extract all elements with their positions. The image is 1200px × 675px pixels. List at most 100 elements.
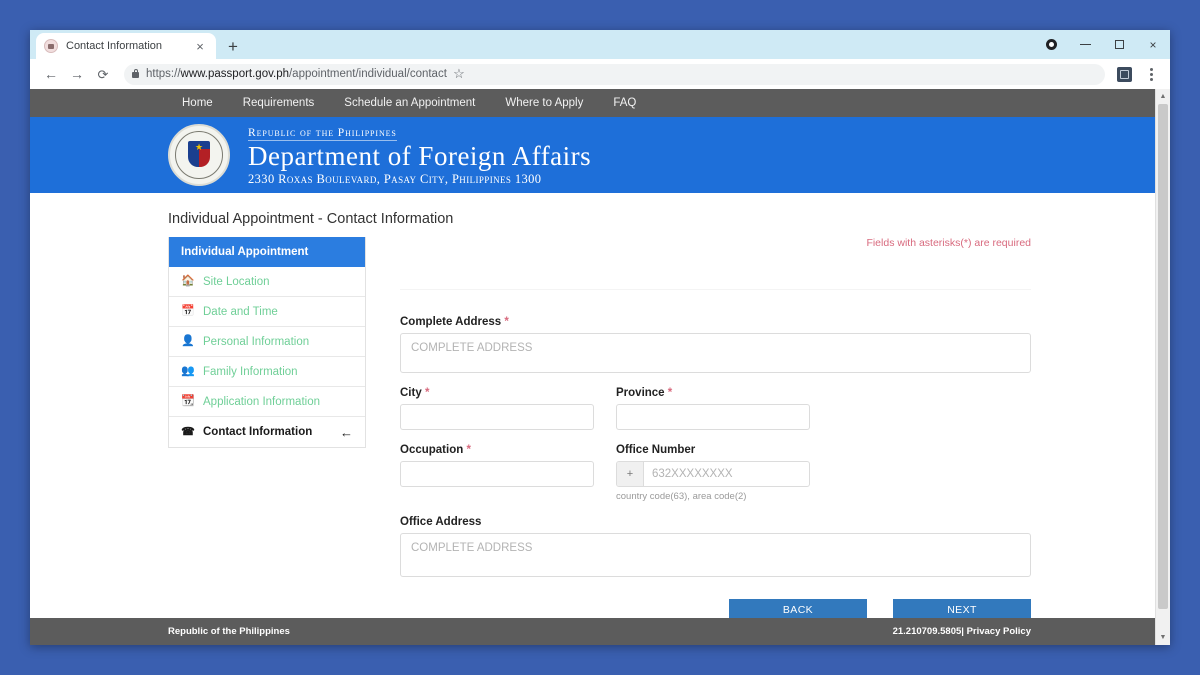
required-asterisk: *: [424, 387, 430, 399]
steps-header: Individual Appointment: [169, 237, 365, 267]
label-city: City *: [400, 387, 594, 399]
browser-tab[interactable]: Contact Information ×: [36, 33, 216, 59]
field-complete-address: Complete Address * COMPLETE ADDRESS: [400, 316, 1031, 373]
page-scrollbar[interactable]: ▲ ▼: [1155, 89, 1170, 645]
sidebar-item-site-location[interactable]: 🏠 Site Location: [169, 267, 365, 297]
sidebar-item-personal-information[interactable]: 👤 Personal Information: [169, 327, 365, 357]
banner-text: Republic of the Philippines Department o…: [248, 123, 591, 188]
home-icon: 🏠: [181, 275, 195, 287]
required-fields-note: Fields with asterisks(*) are required: [866, 237, 1031, 249]
back-icon[interactable]: ←: [38, 61, 64, 87]
content-columns: Individual Appointment 🏠 Site Location 📅…: [30, 237, 1155, 618]
nav-item-home[interactable]: Home: [182, 97, 213, 109]
url-text: https://www.passport.gov.ph/appointment/…: [146, 68, 447, 80]
sidebar-item-label: Date and Time: [203, 305, 278, 318]
sidebar-item-label: Site Location: [203, 275, 270, 288]
appointment-steps-sidebar: Individual Appointment 🏠 Site Location 📅…: [168, 237, 366, 448]
page-viewport: Home Requirements Schedule an Appointmen…: [30, 89, 1170, 645]
label-text: Office Address: [400, 516, 482, 528]
banner-line-department: Department of Foreign Affairs: [248, 140, 592, 171]
phone-icon: ☎: [181, 425, 195, 438]
banner-line-address: 2330 Roxas Boulevard, Pasay City, Philip…: [248, 172, 542, 187]
contact-information-form: Fields with asterisks(*) are required Co…: [366, 237, 1155, 618]
field-city: City *: [400, 387, 594, 430]
address-bar[interactable]: https://www.passport.gov.ph/appointment/…: [124, 62, 1105, 86]
row-occupation-office-number: Occupation * Office Number + 632XXXXXXXX…: [400, 444, 1031, 516]
label-text: Province: [616, 387, 665, 399]
occupation-input[interactable]: [400, 461, 594, 487]
nav-item-where-to-apply[interactable]: Where to Apply: [505, 97, 583, 109]
tab-title: Contact Information: [66, 40, 162, 52]
label-complete-address: Complete Address *: [400, 316, 1031, 328]
required-asterisk: *: [466, 444, 471, 456]
label-office-address: Office Address: [400, 516, 1031, 528]
lock-icon: [132, 68, 139, 78]
privacy-policy-link[interactable]: Privacy Policy: [967, 626, 1031, 637]
label-office-number: Office Number: [616, 444, 810, 456]
close-window-button[interactable]: ×: [1136, 30, 1170, 59]
label-province: Province *: [616, 387, 810, 399]
footer-version-privacy: 21.210709.5805| Privacy Policy: [893, 626, 1031, 637]
new-tab-button[interactable]: +: [220, 33, 246, 59]
users-icon: 👥: [181, 365, 195, 377]
nav-item-requirements[interactable]: Requirements: [243, 97, 315, 109]
back-button[interactable]: BACK: [729, 599, 867, 618]
complete-address-input[interactable]: COMPLETE ADDRESS: [400, 333, 1031, 373]
user-icon: 👤: [181, 335, 195, 347]
scrollbar-thumb[interactable]: [1158, 104, 1168, 609]
office-number-input[interactable]: 632XXXXXXXX: [644, 462, 809, 486]
form-actions: BACK NEXT: [400, 599, 1031, 618]
url-scheme: https://: [146, 68, 181, 80]
form-divider: [400, 289, 1031, 290]
field-province: Province *: [616, 387, 810, 430]
profile-avatar-icon[interactable]: [1034, 30, 1068, 59]
scrollbar-track[interactable]: [1156, 104, 1170, 630]
page-title: Individual Appointment - Contact Informa…: [168, 211, 454, 227]
scroll-up-icon[interactable]: ▲: [1156, 89, 1170, 104]
banner-line-republic: Republic of the Philippines: [248, 126, 397, 141]
browser-window: Contact Information × + × ← → ⟳ https://…: [30, 30, 1170, 645]
label-text: Complete Address: [400, 316, 502, 328]
calendar-icon: 📅: [181, 305, 195, 317]
label-text: City: [400, 387, 422, 399]
city-input[interactable]: [400, 404, 594, 430]
nav-item-schedule-an-appointment[interactable]: Schedule an Appointment: [344, 97, 475, 109]
site-footer: Republic of the Philippines 21.210709.58…: [30, 618, 1155, 645]
office-address-input[interactable]: COMPLETE ADDRESS: [400, 533, 1031, 577]
sidebar-item-label: Contact Information: [203, 426, 313, 438]
main-content: Individual Appointment - Contact Informa…: [30, 193, 1155, 618]
extension-icon[interactable]: [1117, 66, 1132, 82]
close-tab-icon[interactable]: ×: [192, 40, 208, 53]
row-city-province: City * Province *: [400, 387, 1031, 444]
sidebar-item-label: Application Information: [203, 395, 320, 408]
browser-toolbar: ← → ⟳ https://www.passport.gov.ph/appoin…: [30, 59, 1170, 89]
bookmark-star-icon[interactable]: ☆: [447, 62, 471, 86]
footer-republic-label: Republic of the Philippines: [168, 626, 290, 637]
site-navigation: Home Requirements Schedule an Appointmen…: [30, 89, 1155, 117]
window-controls: ×: [1034, 30, 1170, 59]
next-button[interactable]: NEXT: [893, 599, 1031, 618]
province-input[interactable]: [616, 404, 810, 430]
label-text: Office Number: [616, 444, 696, 456]
sidebar-item-contact-information[interactable]: ☎ Contact Information ←: [169, 417, 365, 447]
calendar-alt-icon: 📆: [181, 395, 195, 407]
office-number-helper-text: country code(63), area code(2): [616, 491, 747, 502]
minimize-button[interactable]: [1068, 30, 1102, 59]
site-banner: ★ Republic of the Philippines Department…: [30, 117, 1155, 193]
forward-icon[interactable]: →: [64, 61, 90, 87]
url-path: /appointment/individual/contact: [288, 68, 447, 80]
maximize-button[interactable]: [1102, 30, 1136, 59]
sidebar-item-application-information[interactable]: 📆 Application Information: [169, 387, 365, 417]
scroll-down-icon[interactable]: ▼: [1156, 630, 1170, 645]
site-favicon-icon: [44, 39, 58, 53]
sidebar-item-date-and-time[interactable]: 📅 Date and Time: [169, 297, 365, 327]
reload-icon[interactable]: ⟳: [90, 61, 116, 87]
field-occupation: Occupation *: [400, 444, 594, 502]
field-office-address: Office Address COMPLETE ADDRESS: [400, 516, 1031, 577]
phone-prefix-icon: +: [617, 462, 644, 486]
sidebar-item-family-information[interactable]: 👥 Family Information: [169, 357, 365, 387]
required-asterisk: *: [504, 316, 509, 328]
browser-menu-icon[interactable]: [1140, 62, 1162, 86]
nav-item-faq[interactable]: FAQ: [613, 97, 636, 109]
label-occupation: Occupation *: [400, 444, 594, 456]
